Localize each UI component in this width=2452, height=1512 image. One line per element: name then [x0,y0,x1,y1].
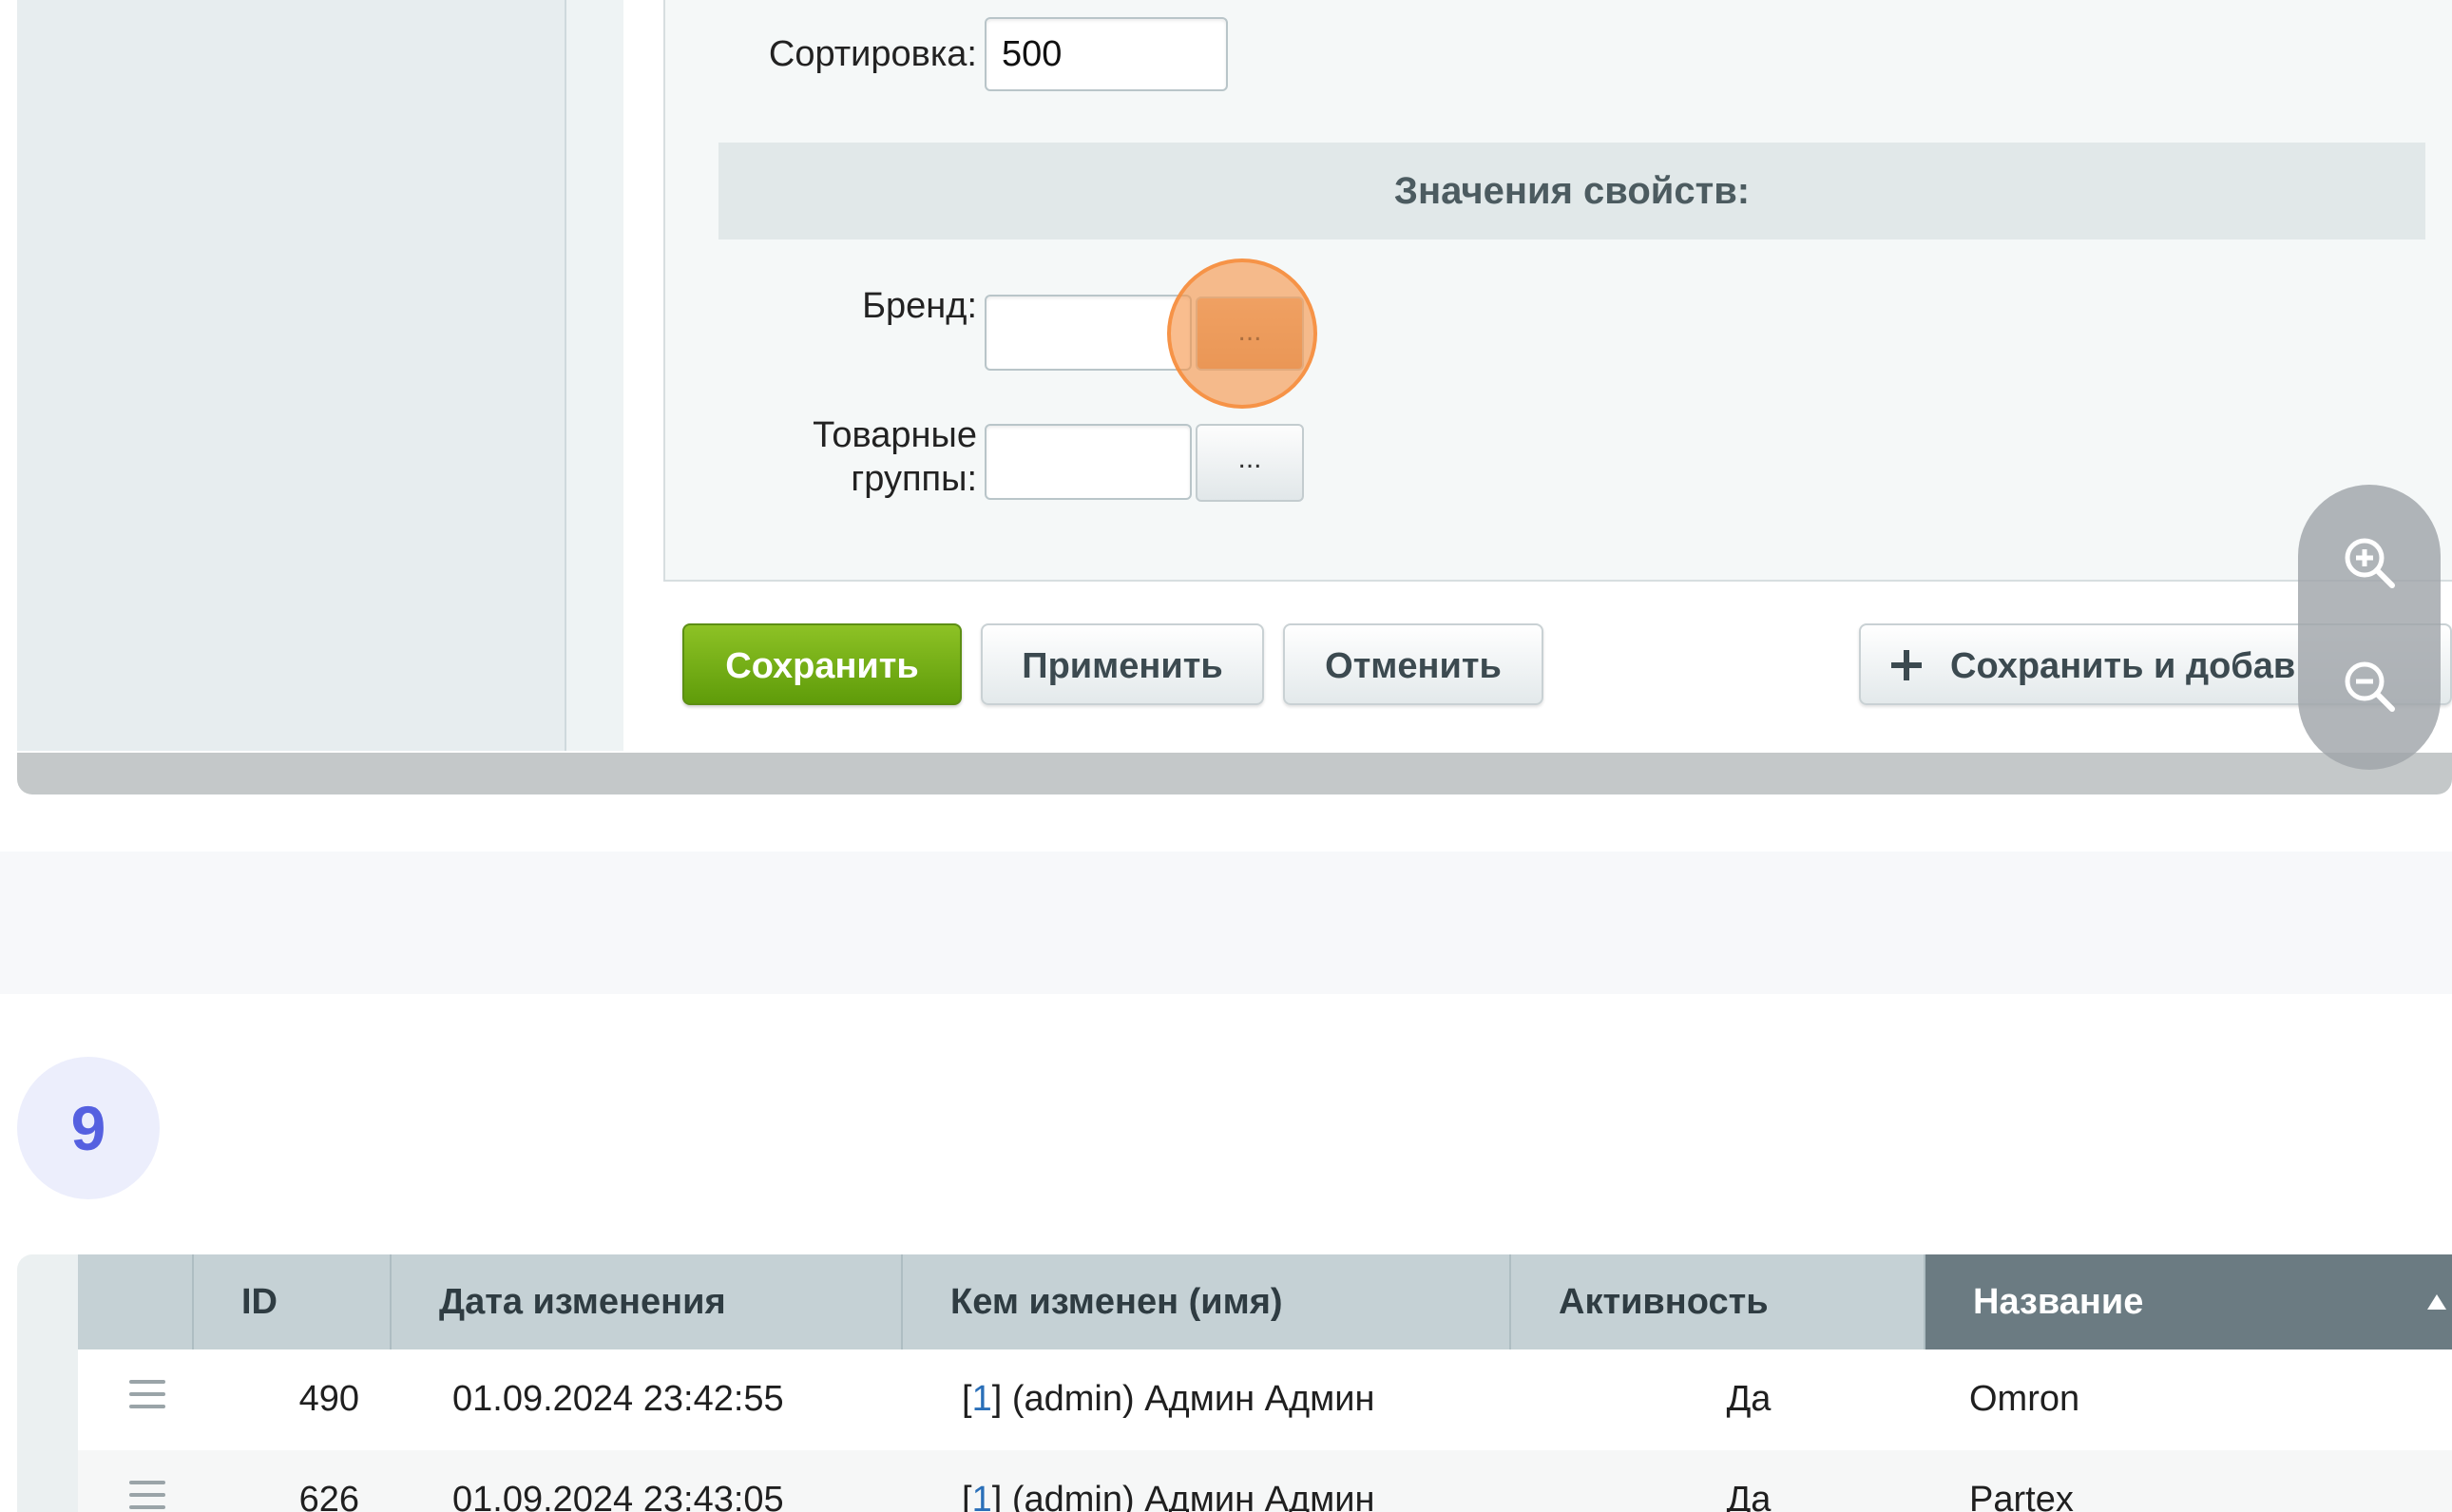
zoom-out-icon[interactable] [2341,658,2398,715]
groups-picker-button[interactable]: ... [1196,424,1304,502]
user-id-link[interactable]: 1 [972,1480,992,1512]
table-row[interactable]: 490 01.09.2024 23:42:55 [1] (admin) Адми… [78,1349,2452,1450]
save-and-add-label: Сохранить и добав [1950,646,2296,686]
sidebar-strip [566,0,623,751]
column-header-active[interactable]: Активность [1511,1254,1925,1349]
table-header: ID Дата изменения Кем изменен (имя) Акти… [78,1254,2452,1349]
user-name: (admin) Админ Админ [1011,1379,1375,1419]
cell-modified-by: [1] (admin) Админ Админ [962,1471,1374,1512]
sort-label: Сортировка: [768,34,977,74]
zoom-controls [2298,485,2441,770]
edit-form-panel: Сортировка: 500 Значения свойств: Бренд:… [17,0,2452,794]
cell-id: 626 [298,1480,359,1512]
row-menu-icon[interactable] [129,1380,165,1408]
groups-label-line1: Товарные [813,415,977,455]
cell-active: Да [1726,1379,1772,1419]
row-menu-icon[interactable] [129,1481,165,1509]
save-button[interactable]: Сохранить [682,623,962,705]
apply-button[interactable]: Применить [981,623,1264,705]
step-number-badge: 9 [17,1057,160,1199]
groups-input[interactable] [985,424,1192,500]
plus-icon [1891,650,1922,680]
cell-name: Partex [1969,1480,2074,1512]
cell-modified-by: [1] (admin) Админ Админ [962,1379,1375,1419]
cell-name: Omron [1969,1379,2080,1419]
section-gap [0,852,2452,994]
column-header-actions [78,1254,194,1349]
user-name: (admin) Админ Админ [1011,1480,1375,1512]
click-highlight [1167,258,1317,409]
brand-label: Бренд: [862,286,977,326]
sidebar-background [17,0,565,751]
cell-id: 490 [298,1379,359,1419]
column-header-id[interactable]: ID [194,1254,392,1349]
section-title: Значения свойств: [718,143,2425,239]
cell-date: 01.09.2024 23:43:05 [452,1480,784,1512]
brand-input[interactable] [985,295,1192,371]
cell-date: 01.09.2024 23:42:55 [452,1379,784,1419]
cell-active: Да [1726,1480,1772,1512]
column-header-modified-by[interactable]: Кем изменен (имя) [903,1254,1511,1349]
panel-bottom-edge [17,753,2452,794]
cancel-button[interactable]: Отменить [1283,623,1543,705]
column-header-name[interactable]: Название [1925,1254,2452,1349]
column-header-date[interactable]: Дата изменения [392,1254,903,1349]
sort-asc-icon [2427,1294,2446,1310]
groups-label-line2: группы: [851,459,977,499]
sort-input[interactable]: 500 [985,17,1228,91]
zoom-in-icon[interactable] [2341,534,2398,591]
table-row[interactable]: 626 01.09.2024 23:43:05 [1] (admin) Адми… [78,1450,2452,1512]
elements-table: ID Дата изменения Кем изменен (имя) Акти… [17,1254,2452,1512]
user-id-link[interactable]: 1 [972,1379,992,1419]
